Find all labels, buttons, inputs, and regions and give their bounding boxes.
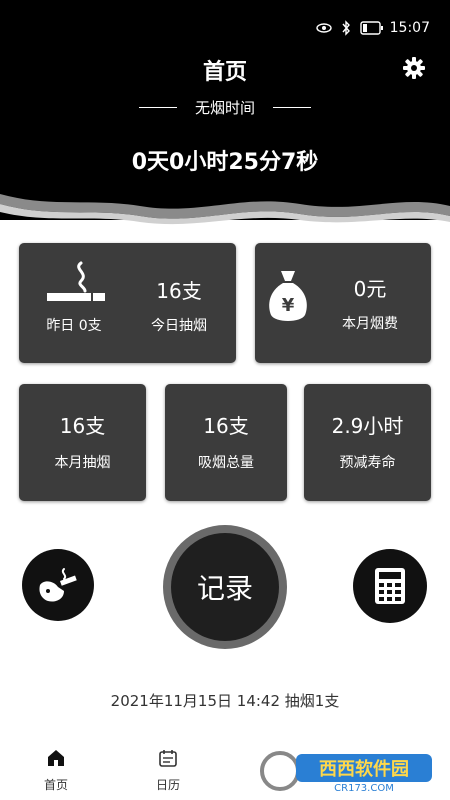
- svg-text:CR173.COM: CR173.COM: [334, 783, 394, 794]
- battery-icon: [359, 21, 383, 35]
- cigarette-icon: [47, 261, 105, 301]
- month-count-label: 本月抽烟: [54, 455, 111, 471]
- monthly-cost-value: 0元: [353, 277, 387, 301]
- month-smoking-card[interactable]: 16支 本月抽烟: [19, 384, 146, 501]
- monthly-cost-label: 本月烟费: [342, 316, 398, 332]
- total-count-value: 16支: [203, 414, 249, 438]
- status-time: 15:07: [389, 20, 430, 36]
- bluetooth-icon: [342, 20, 350, 36]
- subtitle: 无烟时间: [194, 99, 255, 117]
- last-record-text: 2021年11月15日 14:42 抽烟1支: [110, 692, 340, 710]
- divider-right: [273, 107, 311, 108]
- smoking-hand-icon: [39, 568, 77, 602]
- tab-calendar-label: 日历: [155, 778, 180, 792]
- eye-icon: [315, 23, 332, 33]
- calendar-icon: [159, 750, 177, 767]
- watermark-logo: 西西软件园 CR173.COM: [258, 748, 438, 794]
- total-count-label: 吸烟总量: [198, 455, 254, 471]
- wave-decoration: [0, 180, 450, 225]
- today-count-value: 16支: [156, 279, 202, 303]
- month-count-value: 16支: [59, 414, 106, 438]
- smoke-free-timer: 0天0小时25分7秒: [131, 150, 319, 175]
- tab-home-label: 首页: [43, 778, 68, 792]
- total-smoking-card[interactable]: 16支 吸烟总量: [165, 384, 287, 501]
- divider-left: [138, 107, 177, 108]
- today-count-label: 今日抽烟: [151, 318, 207, 334]
- settings-gear-icon[interactable]: [402, 56, 426, 80]
- money-bag-icon: ¥: [269, 271, 307, 321]
- life-reduction-value: 2.9小时: [331, 414, 404, 438]
- calculator-button[interactable]: [353, 549, 427, 623]
- yesterday-count: 昨日 0支: [46, 318, 102, 334]
- tab-calendar[interactable]: 日历: [138, 748, 198, 793]
- record-label: 记录: [196, 572, 253, 605]
- life-reduction-card[interactable]: 2.9小时 预减寿命: [304, 384, 431, 501]
- record-button[interactable]: 记录: [163, 525, 287, 649]
- record-button-inner: 记录: [171, 533, 279, 641]
- subtitle-row: 无烟时间: [0, 97, 450, 118]
- page-title: 首页: [202, 60, 247, 85]
- svg-text:西西软件园: 西西软件园: [319, 758, 409, 780]
- today-smoking-card[interactable]: 昨日 0支 16支 今日抽烟: [19, 243, 236, 363]
- life-reduction-label: 预减寿命: [339, 455, 396, 471]
- status-bar: 15:07: [315, 18, 430, 38]
- svg-text:¥: ¥: [282, 295, 295, 316]
- home-icon: [48, 750, 64, 766]
- calculator-icon: [375, 568, 405, 604]
- monthly-cost-card[interactable]: ¥ 0元 本月烟费: [255, 243, 431, 363]
- smoking-hand-button[interactable]: [22, 549, 94, 621]
- tab-home[interactable]: 首页: [26, 748, 86, 793]
